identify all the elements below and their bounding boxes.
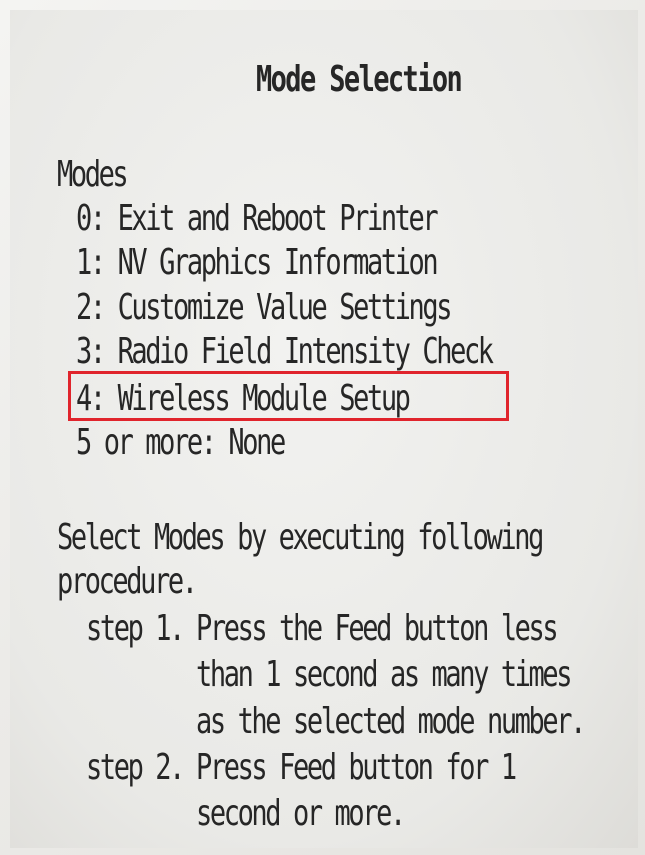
mode-item-3: 3: Radio Field Intensity Check — [76, 331, 494, 373]
photo-background: Mode Selection Modes 0: Exit and Reboot … — [0, 0, 645, 855]
modes-heading: Modes — [57, 154, 129, 196]
mode-item-5: 5 or more: None — [76, 422, 286, 464]
step-1-line-1: Press the Feed button less — [196, 608, 559, 650]
step-1-line-2: than 1 second as many times — [196, 654, 573, 696]
step-1-label: step 1. — [86, 608, 185, 650]
step-2-label: step 2. — [86, 747, 185, 789]
mode-item-2: 2: Customize Value Settings — [76, 287, 453, 329]
highlight-box — [68, 371, 509, 421]
step-1-line-3: as the selected mode number. — [196, 701, 586, 743]
instructions-line-2: procedure. — [57, 561, 198, 603]
mode-item-1: 1: NV Graphics Information — [76, 242, 439, 284]
step-2-line-2: second or more. — [196, 793, 406, 835]
step-2-line-1: Press Feed button for 1 — [196, 747, 517, 789]
page-title: Mode Selection — [256, 59, 463, 101]
instructions-line-1: Select Modes by executing following — [57, 517, 544, 559]
mode-item-0: 0: Exit and Reboot Printer — [76, 198, 439, 240]
